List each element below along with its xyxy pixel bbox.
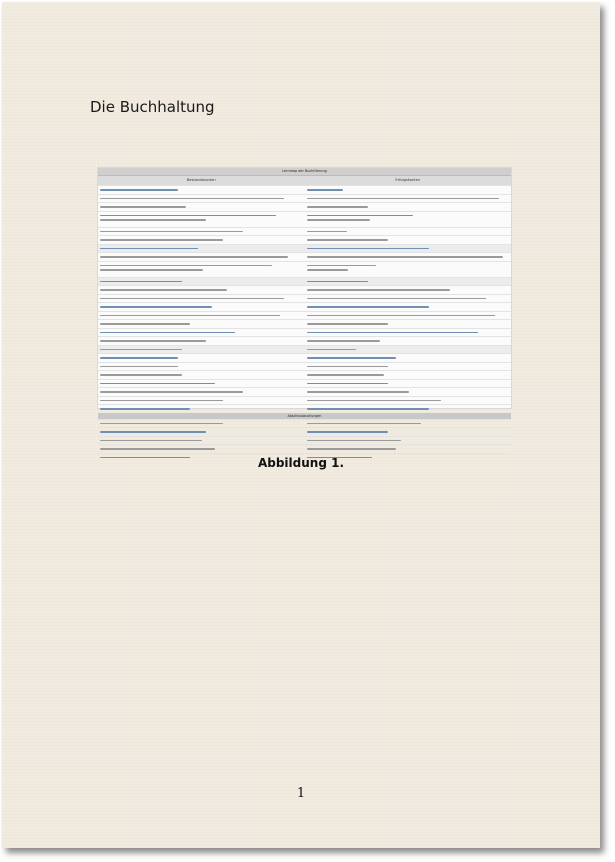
table-cell	[98, 195, 305, 203]
table-row	[98, 193, 512, 203]
table-cell	[305, 303, 512, 311]
table-cell	[305, 262, 512, 277]
table-cell	[98, 320, 305, 328]
table-row	[98, 243, 512, 253]
table-row	[98, 185, 511, 194]
table-cell	[305, 186, 512, 194]
table-cell	[305, 329, 512, 337]
table-cell	[98, 428, 305, 436]
table-cell	[98, 354, 305, 362]
table-title: Lernmap der Buchführung	[98, 168, 511, 175]
table-cell	[98, 397, 305, 405]
table-cell	[98, 329, 305, 337]
table-row	[98, 252, 511, 261]
table-cell	[98, 405, 305, 413]
table-row	[98, 435, 512, 445]
table-cell	[98, 388, 305, 396]
table-row	[98, 310, 512, 320]
table-cell	[305, 428, 512, 436]
table-figure: Lernmap der Buchführung Bestandskonten E…	[97, 167, 512, 459]
table-cell	[98, 312, 305, 320]
table-row	[98, 336, 511, 345]
table-cell	[305, 420, 512, 428]
table-row	[98, 427, 511, 436]
table-cell	[305, 337, 512, 345]
table-cell	[305, 445, 512, 453]
table-row	[98, 418, 512, 428]
table-cell	[305, 405, 512, 413]
table-row	[98, 260, 512, 277]
table-cell	[305, 253, 512, 261]
table-cell	[98, 253, 305, 261]
table-cell	[305, 312, 512, 320]
table-row	[98, 202, 511, 211]
table-header: Bestandskonten Erfolgskonten	[98, 175, 511, 185]
table-cell	[98, 236, 305, 244]
table-cell	[98, 278, 305, 286]
table-cell	[98, 445, 305, 453]
table-cell	[305, 354, 512, 362]
table-cell	[98, 363, 305, 371]
table-cell	[305, 195, 512, 203]
table-row	[98, 378, 512, 388]
figure-caption: Abbildung 1.	[257, 456, 345, 470]
table-row	[98, 235, 511, 244]
table-row	[98, 210, 512, 227]
table-cell	[98, 286, 305, 294]
section-heading: Die Buchhaltung	[90, 98, 215, 116]
table-cell	[98, 262, 305, 277]
table-cell	[98, 380, 305, 388]
table-cell	[305, 295, 512, 303]
table-row	[98, 293, 512, 303]
table-cell	[98, 420, 305, 428]
table-cell	[305, 380, 512, 388]
table-cell	[305, 363, 512, 371]
table-cell	[305, 388, 512, 396]
table-cell	[98, 212, 305, 227]
table-row	[98, 444, 511, 453]
table-body: Abschlussbuchungen	[98, 185, 511, 461]
table-cell	[98, 303, 305, 311]
table-row	[98, 361, 512, 371]
table-row	[98, 344, 512, 354]
table-row	[98, 276, 512, 286]
table-cell	[305, 286, 512, 294]
table-header-right: Erfolgskonten	[395, 178, 421, 182]
table-cell	[305, 278, 512, 286]
table-cell	[305, 212, 512, 227]
table-cell	[98, 337, 305, 345]
table-cell	[98, 346, 305, 354]
table-cell	[98, 371, 305, 379]
table-cell	[98, 203, 305, 211]
table-row	[98, 395, 512, 405]
table-cell	[305, 228, 512, 236]
table-cell	[98, 295, 305, 303]
table-cell	[305, 203, 512, 211]
table-row	[98, 285, 511, 294]
table-cell	[305, 371, 512, 379]
table-row	[98, 226, 512, 236]
table-row	[98, 319, 511, 328]
table-cell	[98, 186, 305, 194]
table-cell	[305, 245, 512, 253]
page-number: 1	[296, 786, 306, 801]
table-cell	[305, 236, 512, 244]
table-cell	[98, 437, 305, 445]
table-cell	[305, 397, 512, 405]
table-cell	[305, 320, 512, 328]
table-row	[98, 387, 511, 396]
table-row	[98, 370, 511, 379]
table-cell	[305, 437, 512, 445]
table-cell	[98, 245, 305, 253]
table-row	[98, 302, 511, 311]
table-cell	[98, 228, 305, 236]
table-cell	[305, 346, 512, 354]
document-page: Die Buchhaltung Lernmap der Buchführung …	[2, 2, 600, 848]
table-row	[98, 353, 511, 362]
table-row	[98, 327, 512, 337]
table-header-left: Bestandskonten	[186, 178, 216, 182]
table-row	[98, 404, 511, 413]
